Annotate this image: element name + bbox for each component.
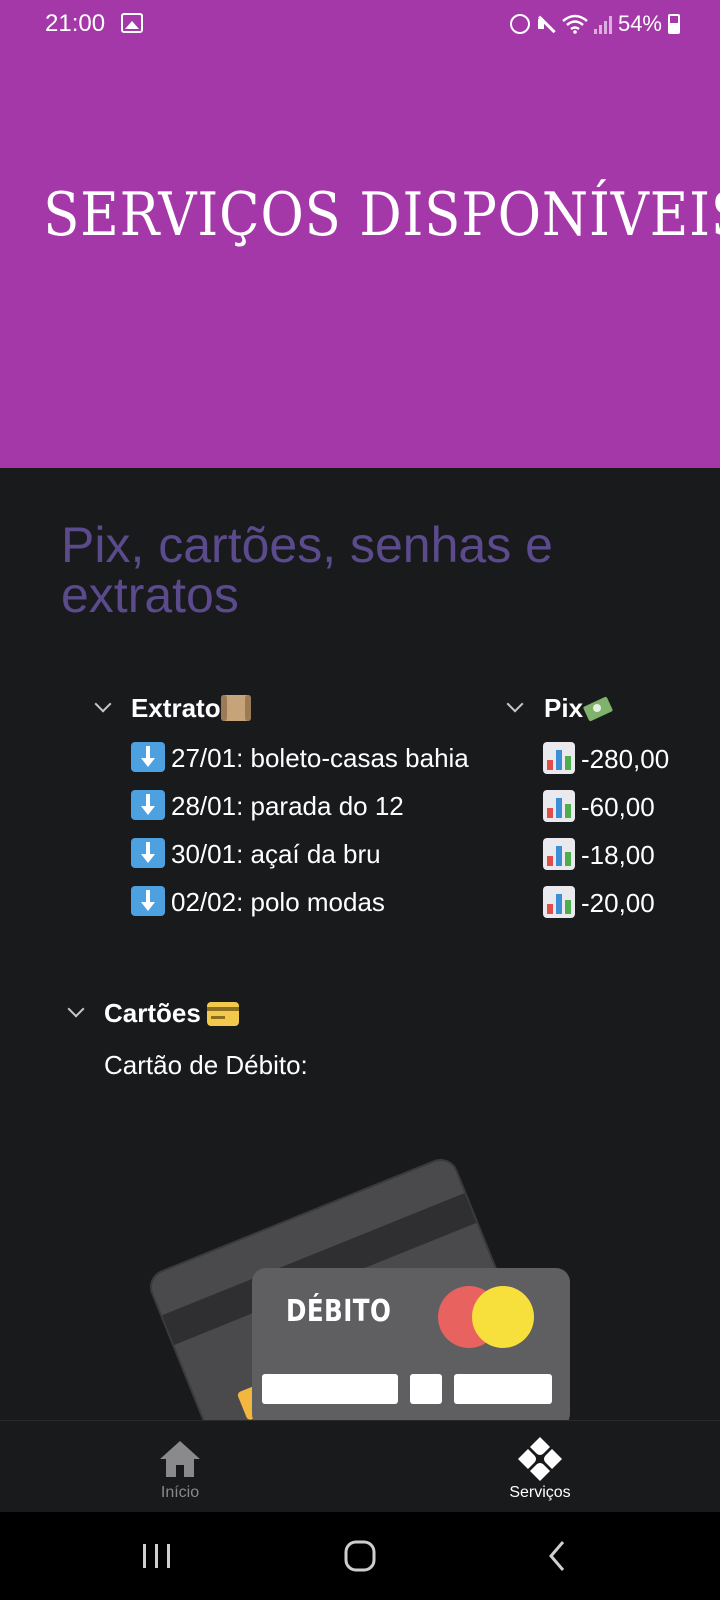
- cartoes-label: Cartões: [104, 998, 201, 1028]
- status-bar: 21:00 54%: [0, 0, 720, 48]
- list-item: -60,00: [543, 790, 655, 823]
- mute-icon: [536, 14, 556, 34]
- hero-banner: SERVIÇOS DISPONÍVEIS: [0, 48, 720, 468]
- wifi-icon: [562, 14, 588, 34]
- home-icon: [160, 1441, 200, 1477]
- list-item: -18,00: [543, 838, 655, 871]
- arrow-down-icon: [131, 886, 165, 916]
- list-item: 30/01: açaí da bru: [131, 838, 381, 870]
- status-time: 21:00: [45, 10, 106, 37]
- pix-row-value: -20,00: [581, 888, 655, 918]
- recent-apps-icon[interactable]: [133, 1534, 181, 1578]
- extrato-row-text: 30/01: açaí da bru: [171, 839, 381, 869]
- nav-home[interactable]: Início: [80, 1421, 280, 1513]
- card-label: DÉBITO: [286, 1294, 392, 1329]
- card-subtitle: Cartão de Débito:: [104, 1050, 308, 1080]
- bar-chart-icon: [543, 838, 575, 870]
- signal-icon: [593, 14, 612, 34]
- arrow-down-icon: [131, 838, 165, 868]
- list-item: 27/01: boleto-casas bahia: [131, 742, 469, 774]
- credit-card-icon: [206, 1002, 239, 1026]
- back-icon[interactable]: [535, 1534, 583, 1578]
- pix-row-value: -18,00: [581, 840, 655, 870]
- card-number-field: [454, 1374, 552, 1404]
- money-icon: [583, 695, 613, 721]
- nav-services-label: Serviços: [509, 1484, 571, 1501]
- battery-icon: [668, 14, 680, 34]
- pix-row-value: -280,00: [581, 744, 670, 774]
- nav-services[interactable]: Serviços: [440, 1421, 640, 1513]
- extrato-row-text: 28/01: parada do 12: [171, 791, 404, 821]
- home-button-icon[interactable]: [336, 1534, 384, 1578]
- pix-logo-icon: [518, 1437, 562, 1481]
- cartoes-chevron-down-icon[interactable]: [67, 1000, 85, 1018]
- pix-row-value: -60,00: [581, 792, 655, 822]
- pix-chevron-down-icon[interactable]: [506, 695, 524, 713]
- bar-chart-icon: [543, 790, 575, 822]
- pix-toggle[interactable]: Pix: [544, 693, 613, 724]
- services-content[interactable]: Pix, cartões, senhas e extratos Extrato …: [0, 468, 720, 1420]
- card-front: DÉBITO: [252, 1268, 570, 1420]
- scroll-icon: [220, 695, 251, 721]
- nav-home-label: Início: [160, 1484, 200, 1501]
- card-number-field: [262, 1374, 398, 1404]
- extrato-toggle[interactable]: Extrato: [131, 693, 251, 724]
- bar-chart-icon: [543, 886, 575, 918]
- card-number-field: [410, 1374, 442, 1404]
- arrow-down-icon: [131, 790, 165, 820]
- page-title: Pix, cartões, senhas e extratos: [61, 517, 553, 623]
- list-item: 02/02: polo modas: [131, 886, 385, 918]
- bar-chart-icon: [543, 742, 575, 774]
- pix-label: Pix: [544, 693, 584, 723]
- extrato-chevron-down-icon[interactable]: [94, 695, 112, 713]
- alarm-icon: [509, 14, 530, 34]
- hero-title: SERVIÇOS DISPONÍVEIS: [43, 180, 720, 250]
- extrato-row-text: 27/01: boleto-casas bahia: [171, 743, 469, 773]
- battery-percent: 54%: [617, 11, 662, 36]
- list-item: 28/01: parada do 12: [131, 790, 404, 822]
- extrato-label: Extrato: [131, 693, 221, 723]
- gallery-icon: [121, 13, 143, 33]
- bottom-navigation: Início Serviços: [0, 1420, 720, 1512]
- list-item: -280,00: [543, 742, 669, 775]
- extrato-row-text: 02/02: polo modas: [171, 887, 385, 917]
- status-icons: 54%: [509, 10, 680, 38]
- system-navigation-bar: [0, 1512, 720, 1600]
- card-logo-yellow-circle: [472, 1286, 534, 1348]
- cartoes-toggle[interactable]: Cartões: [104, 998, 239, 1029]
- arrow-down-icon: [131, 742, 165, 772]
- debit-card-image: DÉBITO: [144, 1128, 590, 1420]
- list-item: -20,00: [543, 886, 655, 919]
